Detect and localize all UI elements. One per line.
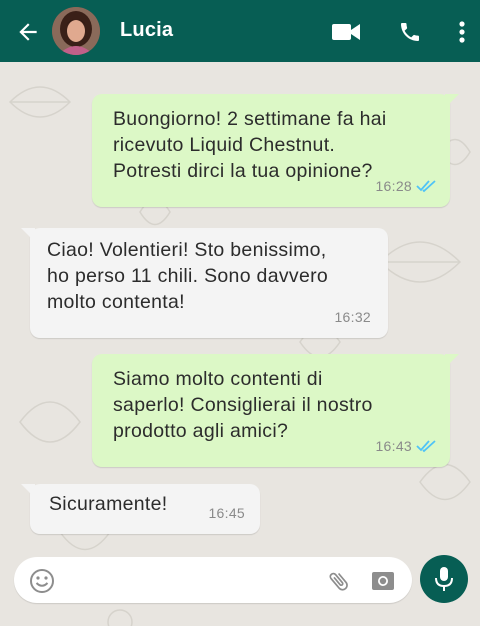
read-ticks-icon (416, 440, 436, 453)
message-input[interactable] (80, 567, 324, 595)
bubble-tail (445, 94, 459, 108)
message-text: Siamo molto contenti di saperlo! Consigl… (113, 368, 373, 442)
message-bubble-outgoing[interactable]: Siamo molto contenti di saperlo! Consigl… (92, 354, 459, 467)
message-meta: 16:32 (334, 304, 371, 330)
emoji-icon (30, 569, 54, 593)
message-bubble-incoming[interactable]: Ciao! Volentieri! Sto benissimo, ho pers… (21, 228, 388, 338)
bubble-tail (445, 354, 459, 368)
chat-header: Lucia (0, 0, 480, 62)
message-time: 16:43 (375, 438, 412, 454)
message-composer (14, 557, 412, 603)
contact-name: Lucia (120, 19, 174, 41)
back-button[interactable] (14, 18, 42, 46)
camera-icon (372, 572, 394, 590)
attach-icon (329, 572, 348, 591)
more-options-button[interactable] (452, 18, 472, 46)
avatar[interactable] (52, 7, 100, 55)
video-call-button[interactable] (330, 18, 362, 46)
message-text: Buongiorno! 2 settimane fa hai ricevuto … (113, 108, 387, 182)
video-call-icon (332, 24, 360, 40)
message-time: 16:45 (208, 505, 245, 521)
message-text: Sicuramente! (49, 493, 168, 515)
message-bubble-incoming[interactable]: Sicuramente! 16:45 (21, 484, 260, 534)
message-meta: 16:28 (375, 173, 438, 199)
emoji-button[interactable] (28, 567, 56, 595)
back-arrow-icon (19, 23, 37, 41)
voice-message-button[interactable] (420, 555, 468, 603)
avatar-photo (52, 7, 100, 55)
message-time: 16:32 (334, 309, 371, 325)
read-ticks-icon (416, 180, 436, 193)
message-meta: 16:45 (208, 500, 245, 526)
voice-call-button[interactable] (396, 18, 424, 46)
message-bubble-outgoing[interactable]: Buongiorno! 2 settimane fa hai ricevuto … (92, 94, 459, 207)
attach-button[interactable] (325, 567, 353, 595)
phone-icon (401, 23, 419, 41)
message-time: 16:28 (375, 178, 412, 194)
chat-area[interactable]: Buongiorno! 2 settimane fa hai ricevuto … (0, 62, 480, 626)
mic-icon (435, 567, 453, 591)
more-vert-icon (459, 21, 465, 43)
camera-button[interactable] (369, 567, 397, 595)
bubble-tail (21, 228, 35, 242)
bubble-tail (21, 484, 35, 498)
message-text: Ciao! Volentieri! Sto benissimo, ho pers… (47, 239, 329, 313)
message-meta: 16:43 (375, 433, 438, 459)
